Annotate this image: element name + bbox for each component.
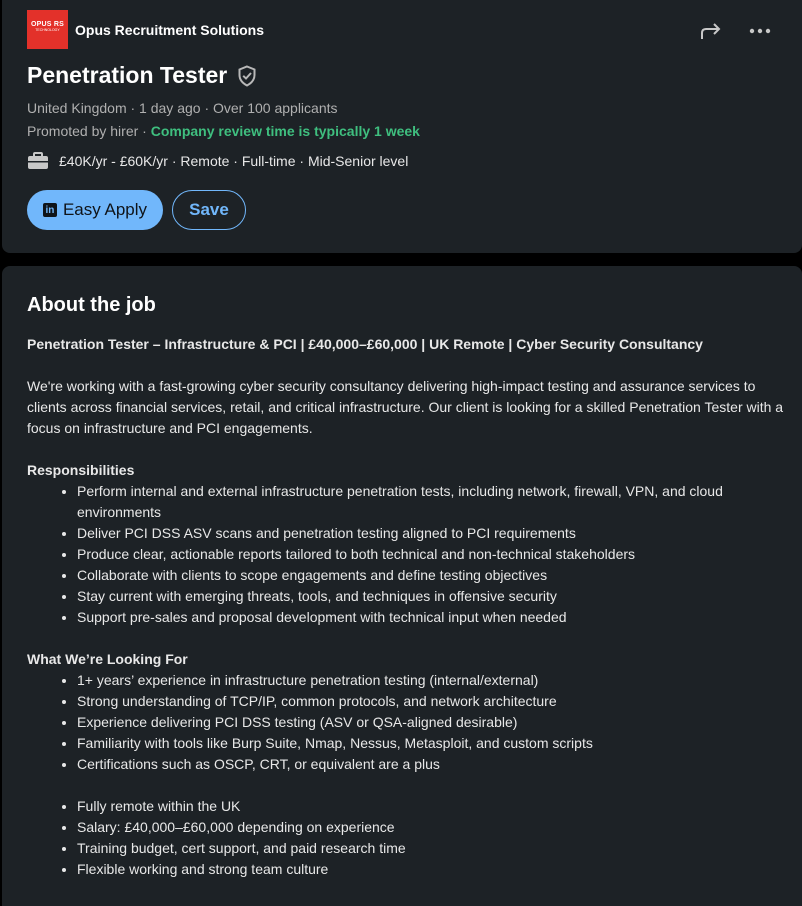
- looking-for-list: 1+ years’ experience in infrastructure p…: [27, 670, 787, 775]
- job-description-card: About the job Penetration Tester – Infra…: [2, 266, 802, 906]
- promoted-label: Promoted by hirer ·: [27, 123, 151, 139]
- list-item: 1+ years’ experience in infrastructure p…: [77, 670, 787, 691]
- company-logo-text: OPUS RS: [31, 21, 64, 28]
- list-item: Deliver PCI DSS ASV scans and penetratio…: [77, 523, 787, 544]
- list-item: Familiarity with tools like Burp Suite, …: [77, 733, 787, 754]
- looking-for-heading: What We’re Looking For: [27, 651, 188, 667]
- responsibilities-list: Perform internal and external infrastruc…: [27, 481, 787, 628]
- list-item: Certifications such as OSCP, CRT, or equ…: [77, 754, 787, 775]
- list-item: Collaborate with clients to scope engage…: [77, 565, 787, 586]
- job-headline: Penetration Tester – Infrastructure & PC…: [27, 336, 703, 352]
- job-insight: £40K/yr - £60K/yr · Remote · Full-time ·…: [27, 152, 408, 170]
- company-logo[interactable]: OPUS RS TECHNOLOGY: [27, 10, 68, 49]
- job-meta: United Kingdom · 1 day ago · Over 100 ap…: [27, 100, 338, 116]
- job-description: Penetration Tester – Infrastructure & PC…: [27, 334, 787, 880]
- promoted-line: Promoted by hirer · Company review time …: [27, 123, 420, 139]
- share-icon: [701, 23, 721, 39]
- briefcase-icon: [27, 152, 49, 170]
- more-options-button[interactable]: [747, 20, 773, 42]
- list-item: Training budget, cert support, and paid …: [77, 838, 787, 859]
- list-item: Experience delivering PCI DSS testing (A…: [77, 712, 787, 733]
- review-time: Company review time is typically 1 week: [150, 123, 420, 139]
- responsibilities-heading: Responsibilities: [27, 462, 135, 478]
- about-heading: About the job: [27, 294, 156, 316]
- list-item: Salary: £40,000–£60,000 depending on exp…: [77, 817, 787, 838]
- job-title-row: Penetration Tester: [27, 62, 257, 89]
- linkedin-icon: in: [42, 203, 57, 217]
- more-icon: [749, 28, 771, 34]
- share-button[interactable]: [698, 20, 724, 42]
- list-item: Flexible working and strong team culture: [77, 859, 787, 880]
- job-intro: We're working with a fast-growing cyber …: [27, 378, 784, 436]
- job-top-card: OPUS RS TECHNOLOGY Opus Recruitment Solu…: [2, 0, 802, 253]
- list-item: Support pre-sales and proposal developme…: [77, 607, 787, 628]
- list-item: Fully remote within the UK: [77, 796, 787, 817]
- easy-apply-label: Easy Apply: [62, 200, 148, 219]
- list-item: Produce clear, actionable reports tailor…: [77, 544, 787, 565]
- list-item: Stay current with emerging threats, tool…: [77, 586, 787, 607]
- company-logo-subtext: TECHNOLOGY: [35, 28, 60, 32]
- list-item: Perform internal and external infrastruc…: [77, 481, 787, 523]
- verified-shield-icon[interactable]: [237, 64, 257, 87]
- job-title: Penetration Tester: [27, 62, 228, 88]
- benefits-list: Fully remote within the UK Salary: £40,0…: [27, 796, 787, 880]
- easy-apply-button[interactable]: in Easy Apply: [27, 190, 163, 230]
- job-insight-text: £40K/yr - £60K/yr · Remote · Full-time ·…: [59, 153, 409, 169]
- list-item: Strong understanding of TCP/IP, common p…: [77, 691, 787, 712]
- company-name-link[interactable]: Opus Recruitment Solutions: [75, 22, 264, 38]
- save-button[interactable]: Save: [172, 190, 246, 230]
